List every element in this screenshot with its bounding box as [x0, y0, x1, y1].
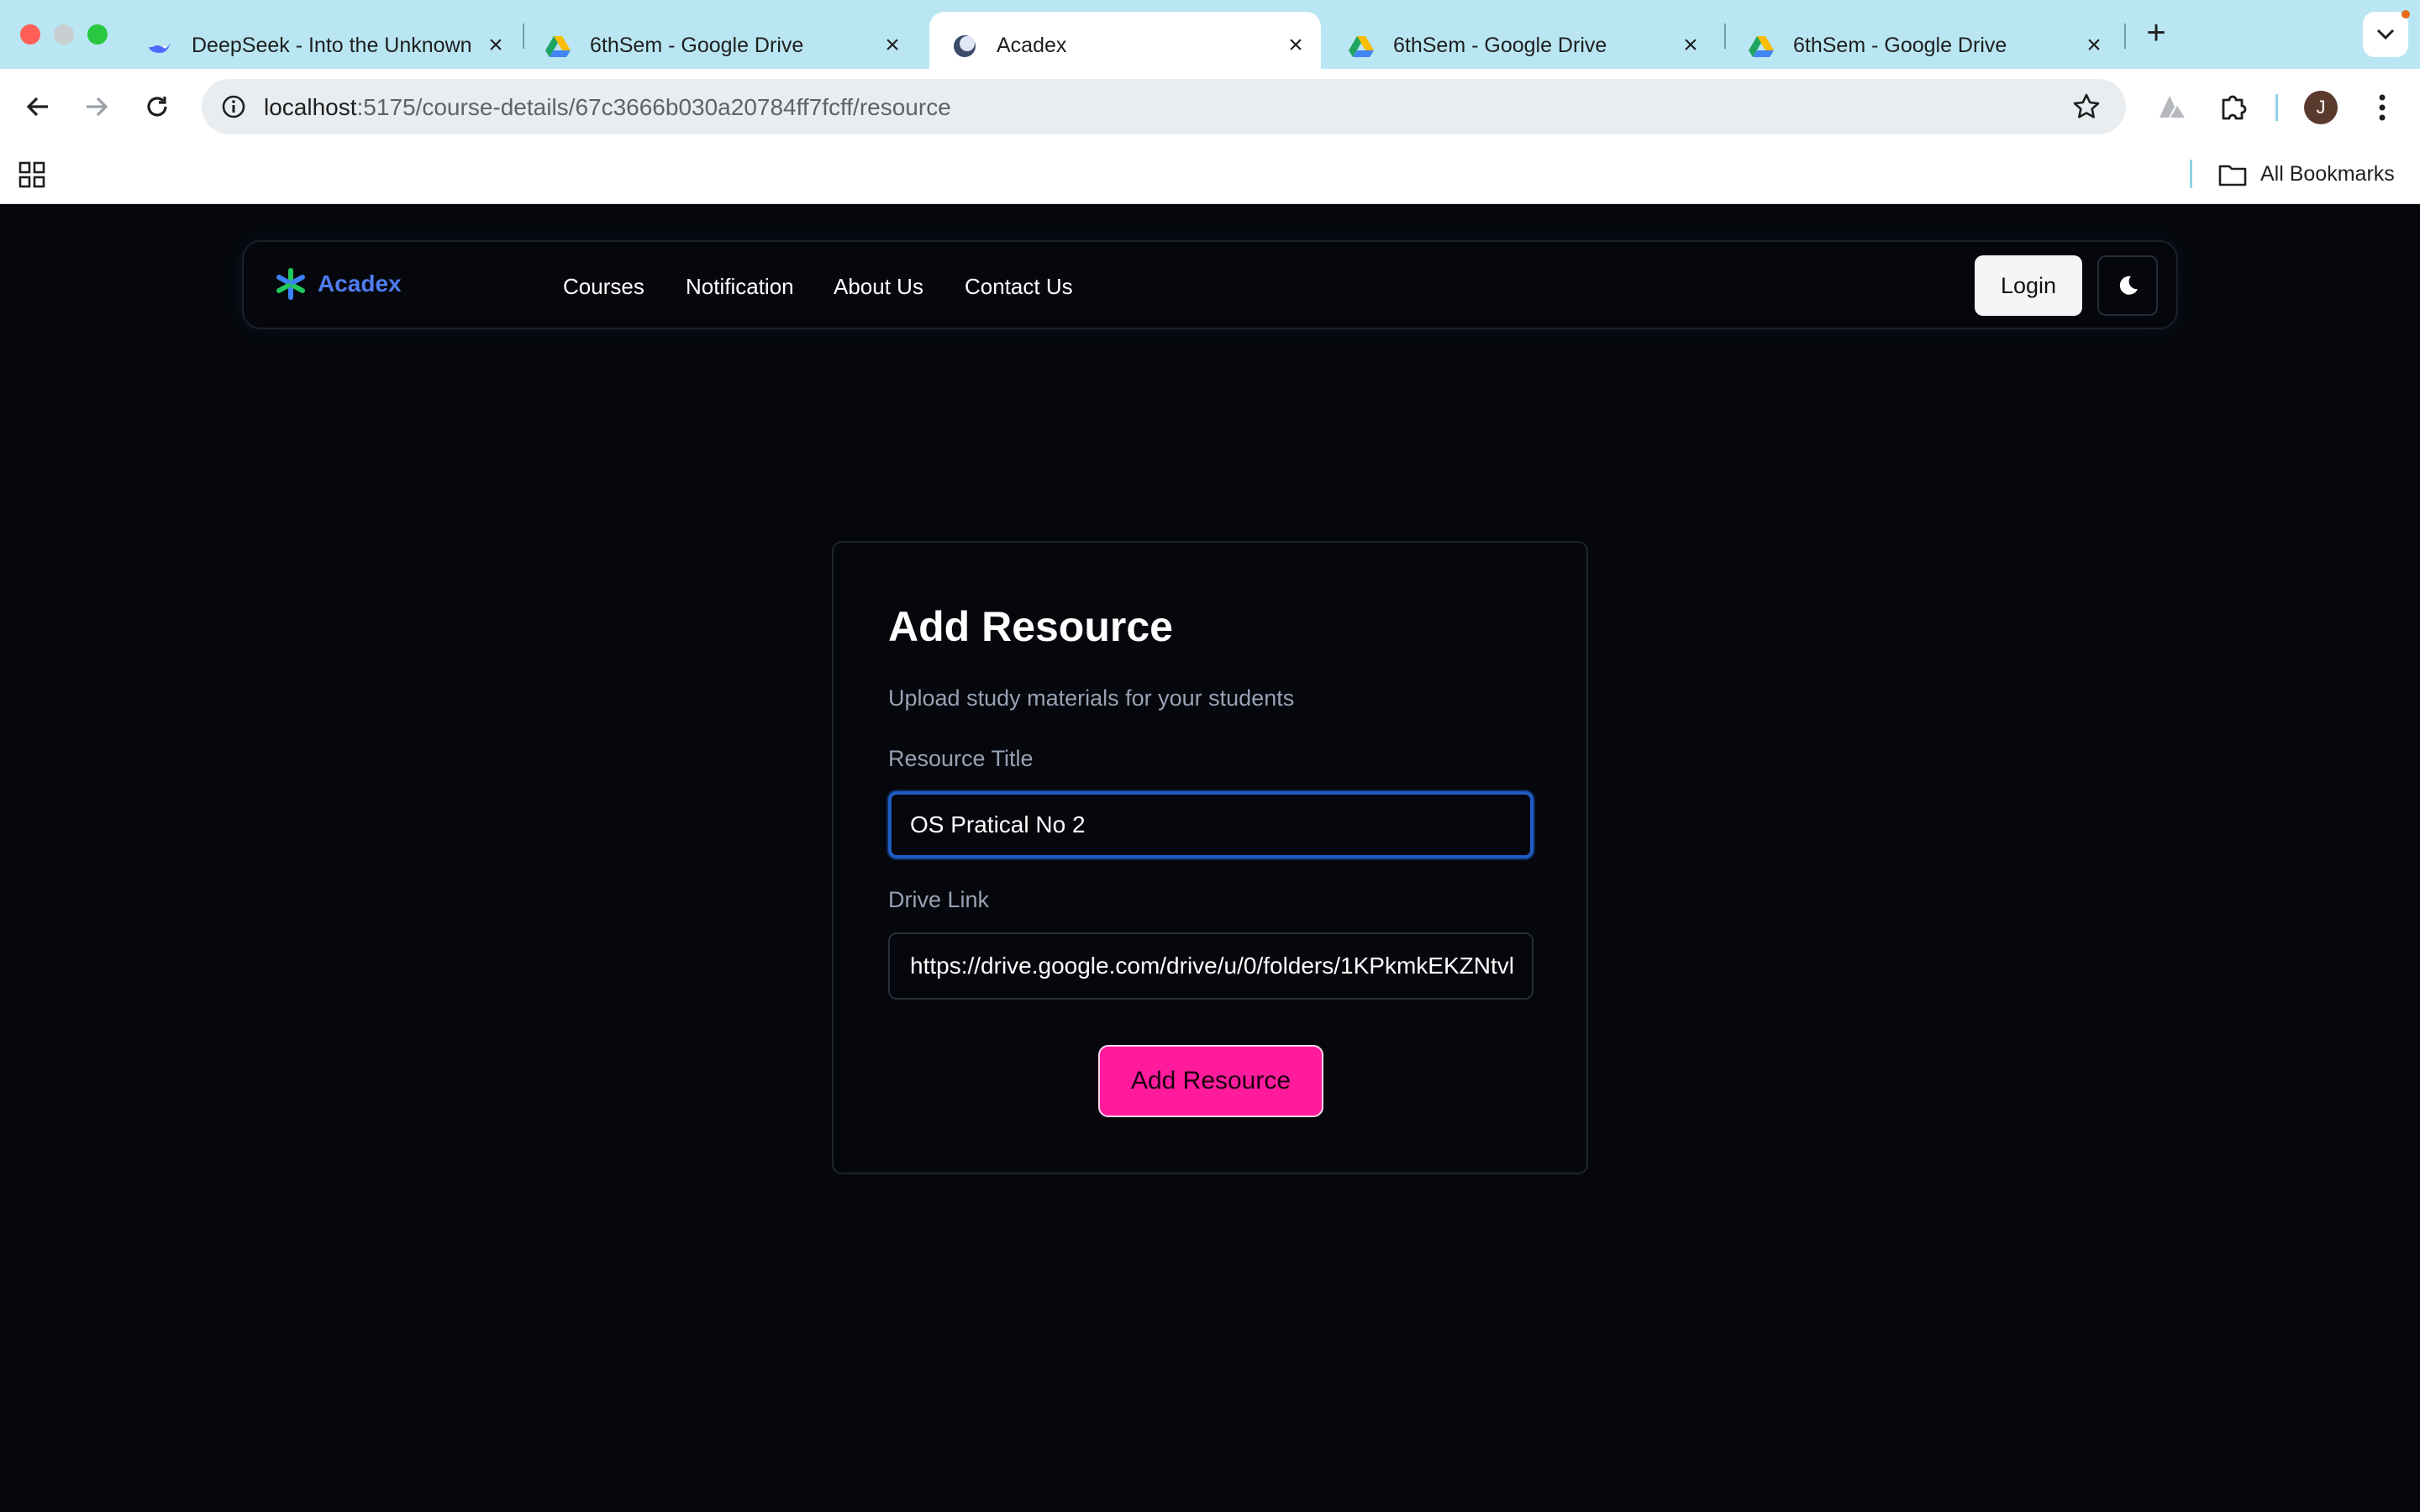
- forward-button[interactable]: [74, 84, 119, 129]
- login-button[interactable]: Login: [1975, 255, 2082, 316]
- nav-link-notification[interactable]: Notification: [686, 273, 794, 300]
- page-content: Acadex Courses Notification About Us Con…: [0, 204, 2420, 1512]
- close-icon[interactable]: ×: [2082, 33, 2106, 58]
- moon-icon: [2119, 276, 2138, 295]
- nav-link-contact-us[interactable]: Contact Us: [965, 273, 1073, 300]
- notification-dot: [2402, 10, 2410, 18]
- close-icon[interactable]: ×: [1679, 33, 1702, 58]
- add-resource-button[interactable]: Add Resource: [1098, 1045, 1323, 1117]
- drive-link-input[interactable]: https://drive.google.com/drive/u/0/folde…: [888, 932, 1534, 1000]
- add-resource-card: Add Resource Upload study materials for …: [832, 541, 1588, 1174]
- bookmarks-divider: [2190, 160, 2192, 188]
- browser-tab[interactable]: 6thSem - Google Drive ×: [1326, 12, 1721, 69]
- google-drive-icon: [545, 36, 571, 57]
- bookmarks-bar: All Bookmarks: [0, 144, 2420, 204]
- nav-link-about-us[interactable]: About Us: [834, 273, 923, 300]
- site-info-icon[interactable]: [220, 93, 247, 120]
- browser-chrome: DeepSeek - Into the Unknown × 6thSem - G…: [0, 0, 2420, 204]
- close-icon[interactable]: ×: [484, 33, 508, 58]
- deepseek-whale-icon: [149, 42, 171, 53]
- reload-button[interactable]: [134, 84, 180, 129]
- google-drive-icon: [1349, 36, 1374, 57]
- drive-link-label: Drive Link: [888, 887, 990, 912]
- acadex-icon: [954, 35, 976, 57]
- theme-toggle-button[interactable]: [2097, 255, 2158, 316]
- tab-strip: DeepSeek - Into the Unknown × 6thSem - G…: [0, 0, 2420, 69]
- puzzle-icon[interactable]: [2218, 92, 2249, 122]
- more-vertical-icon[interactable]: [2378, 93, 2386, 122]
- browser-tab[interactable]: 6thSem - Google Drive ×: [1726, 12, 2121, 69]
- browser-toolbar: localhost:5175/course-details/67c3666b03…: [0, 69, 2420, 144]
- close-icon[interactable]: ×: [1284, 33, 1307, 58]
- profile-avatar[interactable]: J: [2304, 91, 2338, 124]
- tab-title: 6thSem - Google Drive: [590, 34, 804, 57]
- brand-name: Acadex: [318, 270, 402, 297]
- reload-icon: [147, 97, 167, 117]
- url-text: localhost:5175/course-details/67c3666b03…: [264, 94, 951, 120]
- tab-title: 6thSem - Google Drive: [1393, 34, 1607, 57]
- star-icon[interactable]: [2072, 92, 2101, 121]
- window-close-button[interactable]: [20, 24, 40, 45]
- brand-logo[interactable]: Acadex: [274, 267, 402, 301]
- acadex-logo-icon: [276, 268, 305, 300]
- browser-tab[interactable]: DeepSeek - Into the Unknown ×: [124, 12, 519, 69]
- form-title: Add Resource: [888, 603, 1173, 650]
- tab-title: DeepSeek - Into the Unknown: [192, 34, 472, 57]
- chevron-down-icon: [2376, 29, 2395, 40]
- tab-title: Acadex: [997, 34, 1067, 57]
- address-bar[interactable]: localhost:5175/course-details/67c3666b03…: [202, 79, 2126, 134]
- browser-tab-active[interactable]: Acadex ×: [929, 12, 1321, 69]
- arrow-right-icon: [87, 97, 108, 117]
- form-subtitle: Upload study materials for your students: [888, 685, 1295, 711]
- browser-tab[interactable]: 6thSem - Google Drive ×: [523, 12, 918, 69]
- arrow-left-icon: [26, 97, 48, 117]
- tab-search-button[interactable]: [2363, 12, 2408, 57]
- window-minimize-button[interactable]: [54, 24, 74, 45]
- all-bookmarks-link[interactable]: All Bookmarks: [2260, 160, 2395, 187]
- folder-icon: [2218, 165, 2247, 186]
- close-icon[interactable]: ×: [881, 33, 904, 58]
- resource-title-input[interactable]: OS Pratical No 2: [888, 791, 1534, 858]
- back-button[interactable]: [15, 84, 60, 129]
- window-zoom-button[interactable]: [87, 24, 108, 45]
- google-drive-icon: [1749, 36, 1774, 57]
- tab-title: 6thSem - Google Drive: [1793, 34, 2007, 57]
- apps-grid-icon[interactable]: [18, 161, 45, 188]
- extension-a-icon[interactable]: [2158, 94, 2186, 119]
- nav-link-courses[interactable]: Courses: [563, 273, 644, 300]
- resource-title-label: Resource Title: [888, 746, 1034, 771]
- site-navbar: Acadex Courses Notification About Us Con…: [242, 240, 2178, 329]
- tab-divider: [2124, 24, 2126, 49]
- new-tab-button[interactable]: +: [2139, 16, 2173, 50]
- toolbar-divider: [2275, 94, 2278, 121]
